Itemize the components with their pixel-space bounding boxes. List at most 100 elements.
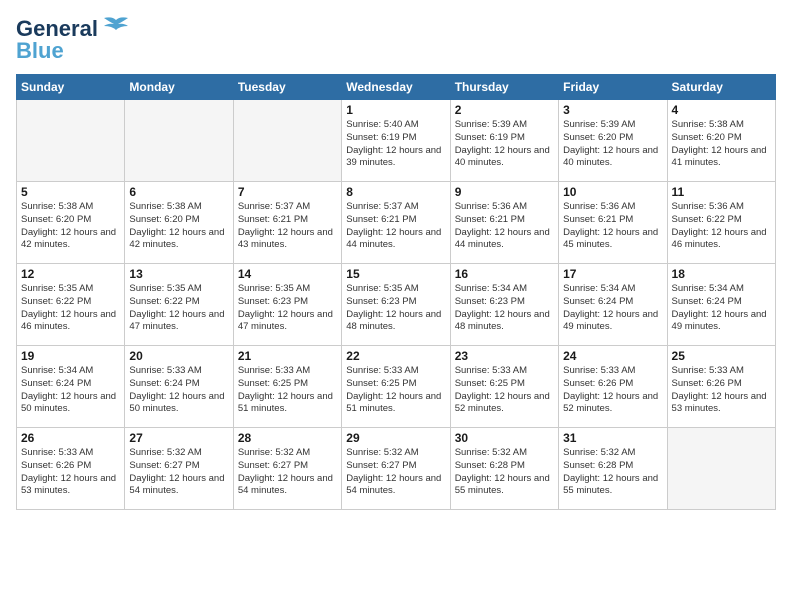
day-number: 31: [563, 431, 662, 445]
day-info: Sunrise: 5:35 AM Sunset: 6:23 PM Dayligh…: [346, 283, 445, 334]
calendar-cell: 3 Sunrise: 5:39 AM Sunset: 6:20 PM Daylig…: [559, 100, 667, 182]
day-info: Sunrise: 5:33 AM Sunset: 6:25 PM Dayligh…: [455, 365, 554, 416]
calendar-cell: 13Sunrise: 5:35 AM Sunset: 6:22 PM Dayli…: [125, 264, 233, 346]
day-number: 3: [563, 103, 662, 117]
calendar-cell: 6 Sunrise: 5:38 AM Sunset: 6:20 PM Daylig…: [125, 182, 233, 264]
day-number: 28: [238, 431, 337, 445]
day-info: Sunrise: 5:34 AM Sunset: 6:24 PM Dayligh…: [21, 365, 120, 416]
day-info: Sunrise: 5:34 AM Sunset: 6:24 PM Dayligh…: [563, 283, 662, 334]
day-number: 20: [129, 349, 228, 363]
day-info: Sunrise: 5:38 AM Sunset: 6:20 PM Dayligh…: [672, 119, 771, 170]
calendar-cell: 4 Sunrise: 5:38 AM Sunset: 6:20 PM Daylig…: [667, 100, 775, 182]
day-number: 11: [672, 185, 771, 199]
day-info: Sunrise: 5:32 AM Sunset: 6:27 PM Dayligh…: [346, 447, 445, 498]
day-info: Sunrise: 5:33 AM Sunset: 6:25 PM Dayligh…: [346, 365, 445, 416]
weekday-header-sunday: Sunday: [17, 75, 125, 100]
day-number: 19: [21, 349, 120, 363]
day-number: 4: [672, 103, 771, 117]
calendar-cell: 2Sunrise: 5:39 AM Sunset: 6:19 PM Daylig…: [450, 100, 558, 182]
day-info: Sunrise: 5:34 AM Sunset: 6:23 PM Dayligh…: [455, 283, 554, 334]
calendar-cell: 27 Sunrise: 5:32 AM Sunset: 6:27 PM Dayli…: [125, 428, 233, 510]
calendar-week-2: 5 Sunrise: 5:38 AM Sunset: 6:20 PM Daylig…: [17, 182, 776, 264]
day-info: Sunrise: 5:39 AM Sunset: 6:20 PM Dayligh…: [563, 119, 662, 170]
calendar-cell: 12 Sunrise: 5:35 AM Sunset: 6:22 PM Dayli…: [17, 264, 125, 346]
day-number: 6: [129, 185, 228, 199]
calendar-cell: 15 Sunrise: 5:35 AM Sunset: 6:23 PM Dayli…: [342, 264, 450, 346]
day-number: 27: [129, 431, 228, 445]
day-number: 16: [455, 267, 554, 281]
calendar-cell: [125, 100, 233, 182]
day-number: 10: [563, 185, 662, 199]
day-info: Sunrise: 5:32 AM Sunset: 6:28 PM Dayligh…: [563, 447, 662, 498]
day-number: 29: [346, 431, 445, 445]
day-info: Sunrise: 5:32 AM Sunset: 6:27 PM Dayligh…: [129, 447, 228, 498]
weekday-header-saturday: Saturday: [667, 75, 775, 100]
day-info: Sunrise: 5:39 AM Sunset: 6:19 PM Dayligh…: [455, 119, 554, 170]
day-number: 21: [238, 349, 337, 363]
day-number: 5: [21, 185, 120, 199]
calendar-cell: [17, 100, 125, 182]
day-info: Sunrise: 5:37 AM Sunset: 6:21 PM Dayligh…: [238, 201, 337, 252]
day-info: Sunrise: 5:35 AM Sunset: 6:23 PM Dayligh…: [238, 283, 337, 334]
day-info: Sunrise: 5:33 AM Sunset: 6:26 PM Dayligh…: [563, 365, 662, 416]
day-number: 8: [346, 185, 445, 199]
day-number: 1: [346, 103, 445, 117]
day-info: Sunrise: 5:35 AM Sunset: 6:22 PM Dayligh…: [21, 283, 120, 334]
weekday-header-friday: Friday: [559, 75, 667, 100]
day-info: Sunrise: 5:32 AM Sunset: 6:27 PM Dayligh…: [238, 447, 337, 498]
weekday-header-tuesday: Tuesday: [233, 75, 341, 100]
calendar-cell: 31 Sunrise: 5:32 AM Sunset: 6:28 PM Dayli…: [559, 428, 667, 510]
day-number: 18: [672, 267, 771, 281]
day-number: 7: [238, 185, 337, 199]
day-number: 30: [455, 431, 554, 445]
day-info: Sunrise: 5:34 AM Sunset: 6:24 PM Dayligh…: [672, 283, 771, 334]
calendar-cell: 24 Sunrise: 5:33 AM Sunset: 6:26 PM Dayli…: [559, 346, 667, 428]
calendar-week-1: 1 Sunrise: 5:40 AM Sunset: 6:19 PM Daylig…: [17, 100, 776, 182]
weekday-row: SundayMondayTuesdayWednesdayThursdayFrid…: [17, 75, 776, 100]
calendar-cell: 30 Sunrise: 5:32 AM Sunset: 6:28 PM Dayli…: [450, 428, 558, 510]
day-info: Sunrise: 5:33 AM Sunset: 6:25 PM Dayligh…: [238, 365, 337, 416]
calendar-cell: 5 Sunrise: 5:38 AM Sunset: 6:20 PM Daylig…: [17, 182, 125, 264]
day-number: 25: [672, 349, 771, 363]
calendar-cell: 19 Sunrise: 5:34 AM Sunset: 6:24 PM Dayli…: [17, 346, 125, 428]
day-info: Sunrise: 5:33 AM Sunset: 6:24 PM Dayligh…: [129, 365, 228, 416]
calendar-cell: 9Sunrise: 5:36 AM Sunset: 6:21 PM Daylig…: [450, 182, 558, 264]
logo-blue: Blue: [16, 38, 64, 64]
calendar-cell: [233, 100, 341, 182]
day-info: Sunrise: 5:38 AM Sunset: 6:20 PM Dayligh…: [129, 201, 228, 252]
calendar-cell: 11Sunrise: 5:36 AM Sunset: 6:22 PM Dayli…: [667, 182, 775, 264]
calendar-cell: 10 Sunrise: 5:36 AM Sunset: 6:21 PM Dayli…: [559, 182, 667, 264]
calendar-week-4: 19 Sunrise: 5:34 AM Sunset: 6:24 PM Dayli…: [17, 346, 776, 428]
day-info: Sunrise: 5:33 AM Sunset: 6:26 PM Dayligh…: [21, 447, 120, 498]
calendar-cell: 26 Sunrise: 5:33 AM Sunset: 6:26 PM Dayli…: [17, 428, 125, 510]
day-number: 15: [346, 267, 445, 281]
calendar-cell: 7 Sunrise: 5:37 AM Sunset: 6:21 PM Daylig…: [233, 182, 341, 264]
weekday-header-monday: Monday: [125, 75, 233, 100]
day-info: Sunrise: 5:36 AM Sunset: 6:21 PM Dayligh…: [455, 201, 554, 252]
calendar-cell: 29 Sunrise: 5:32 AM Sunset: 6:27 PM Dayli…: [342, 428, 450, 510]
day-number: 26: [21, 431, 120, 445]
day-number: 17: [563, 267, 662, 281]
calendar-cell: [667, 428, 775, 510]
day-number: 12: [21, 267, 120, 281]
calendar-cell: 16 Sunrise: 5:34 AM Sunset: 6:23 PM Dayli…: [450, 264, 558, 346]
calendar-cell: 17 Sunrise: 5:34 AM Sunset: 6:24 PM Dayli…: [559, 264, 667, 346]
calendar-cell: 22Sunrise: 5:33 AM Sunset: 6:25 PM Dayli…: [342, 346, 450, 428]
day-info: Sunrise: 5:32 AM Sunset: 6:28 PM Dayligh…: [455, 447, 554, 498]
day-info: Sunrise: 5:36 AM Sunset: 6:21 PM Dayligh…: [563, 201, 662, 252]
header: General Blue: [16, 16, 776, 64]
calendar-cell: 18 Sunrise: 5:34 AM Sunset: 6:24 PM Dayli…: [667, 264, 775, 346]
day-info: Sunrise: 5:35 AM Sunset: 6:22 PM Dayligh…: [129, 283, 228, 334]
calendar-cell: 20 Sunrise: 5:33 AM Sunset: 6:24 PM Dayli…: [125, 346, 233, 428]
calendar-body: 1 Sunrise: 5:40 AM Sunset: 6:19 PM Daylig…: [17, 100, 776, 510]
day-number: 24: [563, 349, 662, 363]
day-info: Sunrise: 5:40 AM Sunset: 6:19 PM Dayligh…: [346, 119, 445, 170]
weekday-header-wednesday: Wednesday: [342, 75, 450, 100]
page: General Blue SundayMondayTuesdayWednesda…: [0, 0, 792, 612]
calendar-cell: 14 Sunrise: 5:35 AM Sunset: 6:23 PM Dayli…: [233, 264, 341, 346]
day-info: Sunrise: 5:37 AM Sunset: 6:21 PM Dayligh…: [346, 201, 445, 252]
day-number: 14: [238, 267, 337, 281]
day-info: Sunrise: 5:38 AM Sunset: 6:20 PM Dayligh…: [21, 201, 120, 252]
weekday-header-thursday: Thursday: [450, 75, 558, 100]
calendar-cell: 25Sunrise: 5:33 AM Sunset: 6:26 PM Dayli…: [667, 346, 775, 428]
